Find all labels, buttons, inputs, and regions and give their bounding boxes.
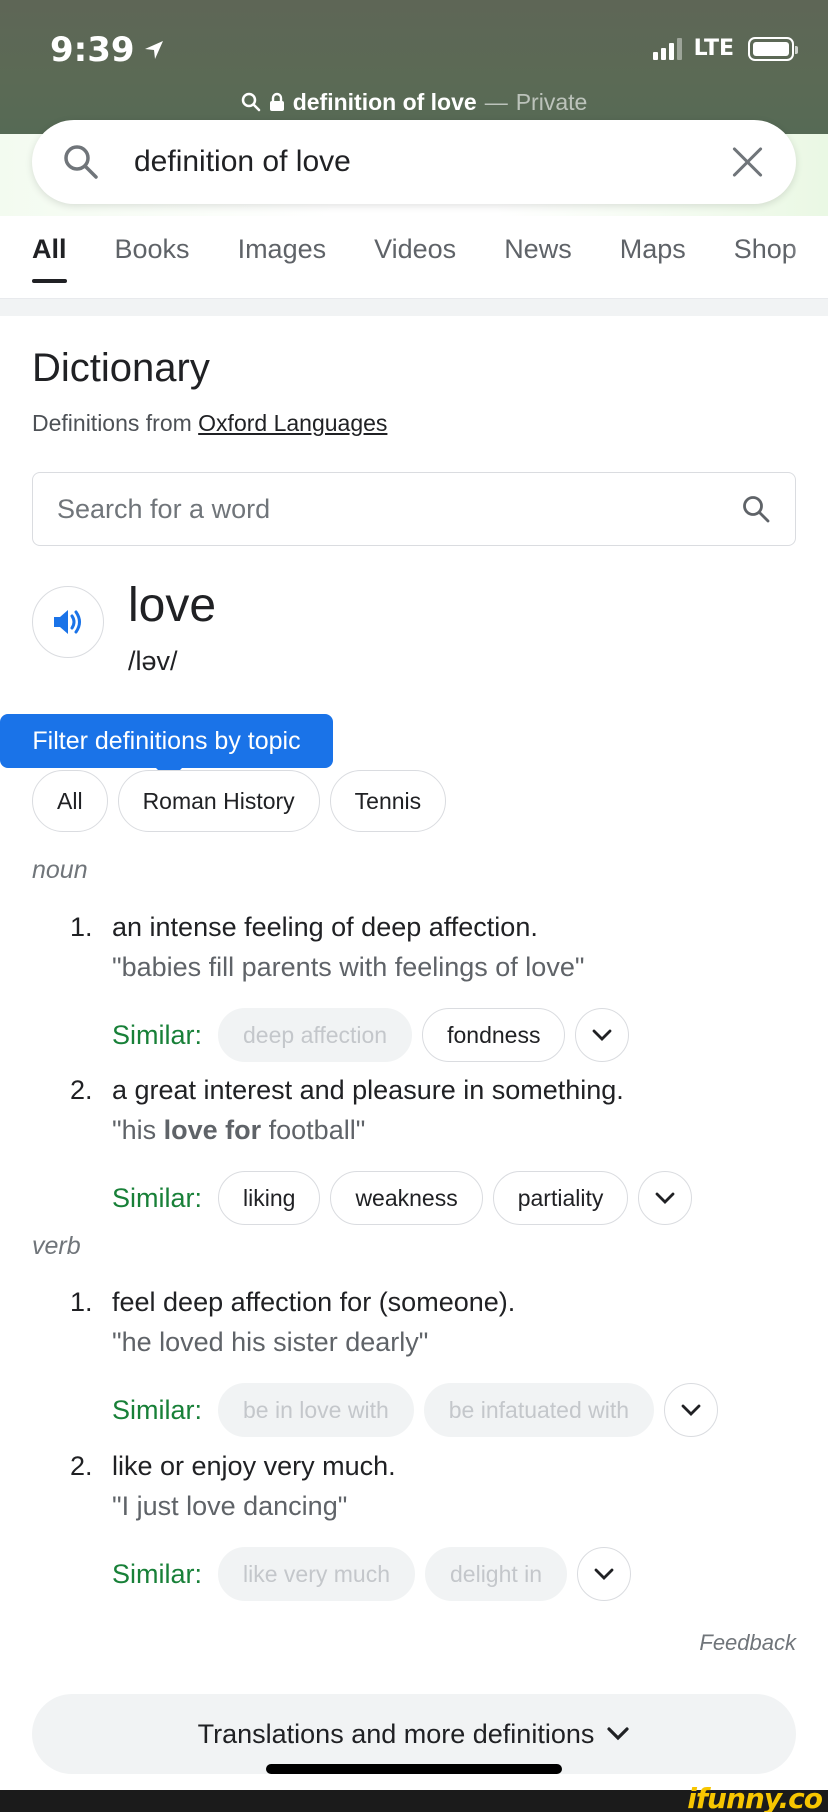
chevron-down-icon xyxy=(681,1404,701,1416)
similar-chip: be in love with xyxy=(218,1383,414,1437)
sense-number: 2. xyxy=(70,1451,93,1481)
sense-number: 1. xyxy=(70,1287,93,1317)
part-of-speech-verb: verb xyxy=(32,1232,81,1260)
search-input[interactable]: definition of love xyxy=(32,120,796,204)
example-part: football" xyxy=(261,1115,366,1145)
headword: love xyxy=(128,579,217,632)
chevron-down-icon xyxy=(594,1568,614,1580)
search-icon xyxy=(241,92,260,112)
url-query: definition of love xyxy=(292,88,477,115)
tab-videos[interactable]: Videos xyxy=(374,234,456,281)
signal-icon xyxy=(652,37,682,60)
topic-chip-roman-history[interactable]: Roman History xyxy=(117,770,320,832)
example-part: "his xyxy=(112,1115,164,1145)
sense-example: "his love for football" xyxy=(112,1115,365,1146)
source-prefix: Definitions from xyxy=(32,410,192,436)
similar-chip[interactable]: weakness xyxy=(330,1171,483,1225)
browser-header: 9:39 LTE definition of love — Private xyxy=(0,0,828,134)
similar-row: Similar: be in love with be infatuated w… xyxy=(112,1383,719,1437)
phonetic: /ləv/ xyxy=(128,646,178,676)
dictionary-title: Dictionary xyxy=(32,346,210,390)
private-mode-label: Private xyxy=(515,88,588,115)
battery-icon xyxy=(748,36,798,61)
similar-chip: like very much xyxy=(218,1547,415,1601)
tab-news[interactable]: News xyxy=(504,234,572,281)
word-search-input[interactable] xyxy=(57,493,741,525)
filter-tooltip: Filter definitions by topic xyxy=(0,714,333,781)
search-icon[interactable] xyxy=(741,494,771,524)
url-bar[interactable]: definition of love — Private xyxy=(0,84,828,120)
expand-similar-button[interactable] xyxy=(577,1547,632,1601)
pronunciation-button[interactable] xyxy=(32,586,104,658)
similar-row: Similar: liking weakness partiality xyxy=(112,1171,693,1225)
sense-example: "he loved his sister dearly" xyxy=(112,1327,429,1357)
more-definitions-button[interactable]: Translations and more definitions xyxy=(32,1694,796,1774)
search-tabs: All Books Images Videos News Maps Shop xyxy=(32,234,828,283)
expand-similar-button[interactable] xyxy=(638,1171,693,1225)
sense-definition: feel deep affection for (someone). xyxy=(112,1287,516,1317)
word-search-box[interactable] xyxy=(32,472,796,546)
similar-label: Similar: xyxy=(112,1394,203,1425)
sense-definition: an intense feeling of deep affection. xyxy=(112,912,538,942)
search-query: definition of love xyxy=(134,145,351,178)
similar-chip[interactable]: liking xyxy=(218,1171,321,1225)
tab-books[interactable]: Books xyxy=(115,234,190,281)
sense-example: "I just love dancing" xyxy=(112,1491,348,1521)
status-indicators: LTE xyxy=(652,36,798,61)
feedback-link[interactable]: Feedback xyxy=(699,1630,796,1656)
expand-similar-button[interactable] xyxy=(664,1383,719,1437)
topic-chip-tennis[interactable]: Tennis xyxy=(329,770,447,832)
similar-chip[interactable]: fondness xyxy=(422,1008,566,1062)
similar-row: Similar: like very much delight in xyxy=(112,1547,632,1601)
expand-similar-button[interactable] xyxy=(575,1008,630,1062)
similar-chip: delight in xyxy=(425,1547,568,1601)
similar-row: Similar: deep affection fondness xyxy=(112,1008,630,1062)
more-definitions-label: Translations and more definitions xyxy=(197,1718,595,1749)
ifunny-watermark: ifunny.co xyxy=(687,1782,823,1812)
sense-number: 2. xyxy=(70,1075,93,1105)
lock-icon xyxy=(269,92,284,111)
location-arrow-icon xyxy=(144,41,163,59)
chevron-down-icon xyxy=(655,1192,675,1204)
similar-label: Similar: xyxy=(112,1182,203,1213)
speaker-icon xyxy=(54,610,81,634)
home-indicator xyxy=(266,1764,562,1774)
chevron-down-icon xyxy=(593,1029,612,1041)
url-separator: — xyxy=(484,88,508,115)
similar-chip: be infatuated with xyxy=(423,1383,655,1437)
similar-label: Similar: xyxy=(112,1558,203,1589)
similar-chip: deep affection xyxy=(218,1008,413,1062)
search-icon xyxy=(64,145,98,179)
similar-chip[interactable]: partiality xyxy=(492,1171,629,1225)
topic-chips: All Roman History Tennis xyxy=(32,770,447,832)
topic-chip-all[interactable]: All xyxy=(32,770,108,832)
sense-number: 1. xyxy=(70,912,93,942)
status-time: 9:39 xyxy=(50,30,135,70)
section-divider xyxy=(0,298,828,316)
tabs-fade xyxy=(788,234,828,274)
sense-definition: a great interest and pleasure in somethi… xyxy=(112,1075,624,1105)
tab-maps[interactable]: Maps xyxy=(620,234,686,281)
sense-definition: like or enjoy very much. xyxy=(112,1451,396,1481)
status-time-group: 9:39 xyxy=(50,28,165,72)
tab-images[interactable]: Images xyxy=(238,234,327,281)
sense-example: "babies fill parents with feelings of lo… xyxy=(112,952,585,982)
example-bold: love for xyxy=(163,1115,262,1145)
clear-icon[interactable] xyxy=(730,144,766,180)
similar-label: Similar: xyxy=(112,1019,203,1050)
oxford-languages-link[interactable]: Oxford Languages xyxy=(198,410,387,436)
chevron-down-icon xyxy=(607,1727,629,1741)
network-label: LTE xyxy=(693,36,734,61)
dictionary-source: Definitions from Oxford Languages xyxy=(32,410,387,437)
tab-all[interactable]: All xyxy=(32,234,67,283)
part-of-speech-noun: noun xyxy=(32,856,88,884)
